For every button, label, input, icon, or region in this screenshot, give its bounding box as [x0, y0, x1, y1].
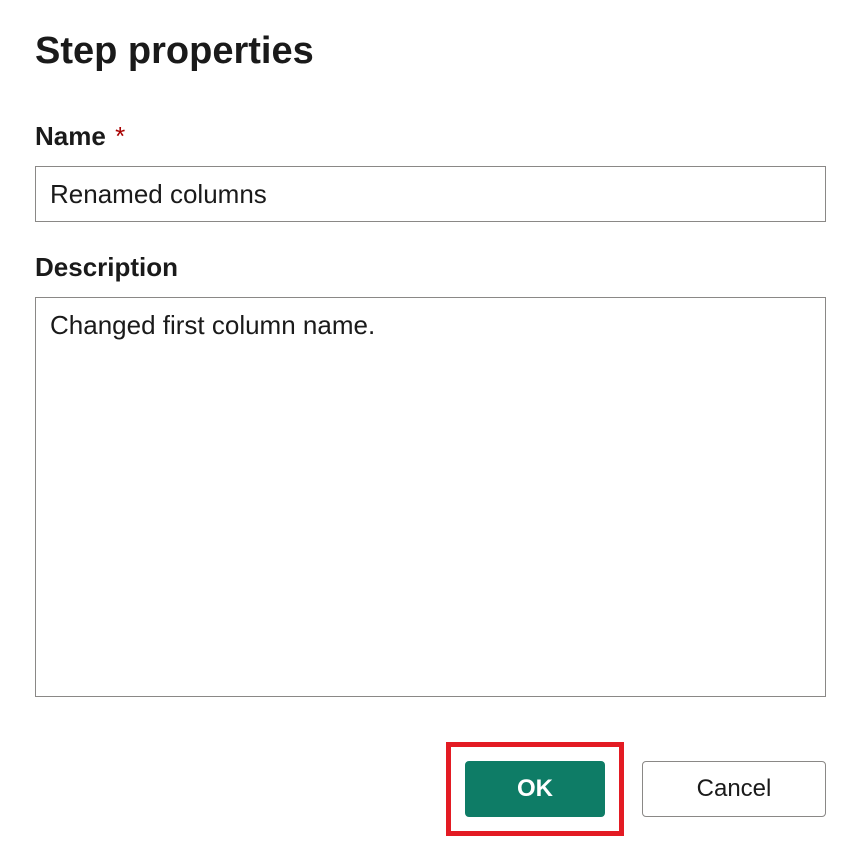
- dialog-title: Step properties: [35, 30, 826, 73]
- description-label: Description: [35, 252, 826, 283]
- name-label-text: Name: [35, 121, 106, 151]
- description-field-group: Description Changed first column name.: [35, 252, 826, 702]
- ok-button-highlight: OK: [446, 742, 624, 836]
- name-label: Name *: [35, 121, 826, 152]
- cancel-button[interactable]: Cancel: [642, 761, 826, 817]
- required-asterisk-icon: *: [115, 121, 125, 151]
- name-input[interactable]: [35, 166, 826, 222]
- button-row: OK Cancel: [35, 742, 826, 836]
- description-input[interactable]: Changed first column name.: [35, 297, 826, 697]
- name-field-group: Name *: [35, 121, 826, 222]
- ok-button[interactable]: OK: [465, 761, 605, 817]
